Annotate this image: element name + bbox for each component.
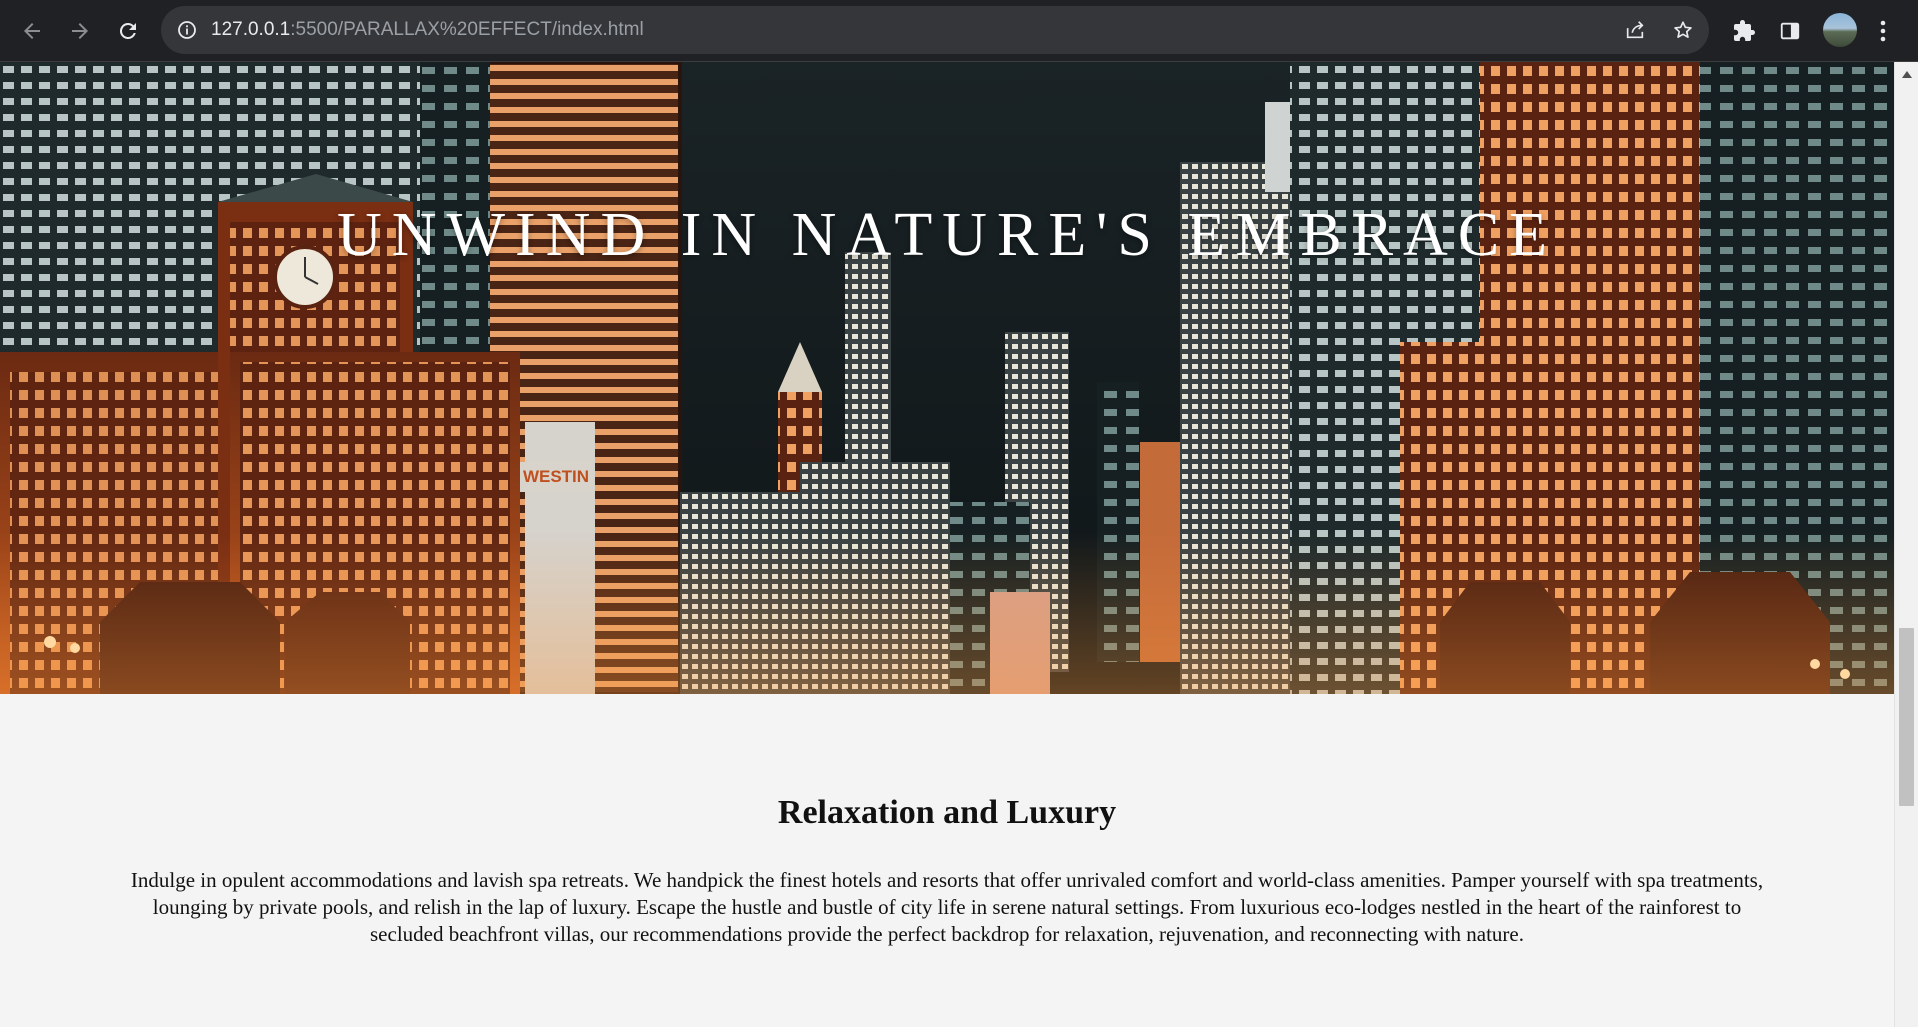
share-button[interactable] (1623, 18, 1647, 42)
browser-toolbar: 127.0.0.1:5500/PARALLAX%20EFFECT/index.h… (0, 0, 1918, 62)
city-night-background-image: WESTIN (0, 62, 1894, 694)
share-icon (1626, 21, 1644, 39)
extensions-button[interactable] (1726, 13, 1762, 49)
bookmark-button[interactable] (1671, 18, 1695, 42)
arrow-right-icon (72, 23, 88, 39)
triangle-up-icon (1902, 70, 1912, 78)
vertical-scrollbar[interactable] (1894, 62, 1918, 1027)
avatar[interactable] (1823, 13, 1857, 47)
reload-icon (119, 22, 136, 39)
scroll-up-button[interactable] (1895, 66, 1918, 82)
address-bar[interactable]: 127.0.0.1:5500/PARALLAX%20EFFECT/index.h… (161, 6, 1709, 54)
url-host: 127.0.0.1 (211, 19, 291, 40)
section-heading: Relaxation and Luxury (777, 794, 1117, 831)
puzzle-icon (1734, 20, 1755, 41)
url-path: :5500/PARALLAX%20EFFECT/index.html (290, 19, 644, 40)
arrow-left-icon (24, 23, 40, 39)
forward-button[interactable] (62, 13, 98, 49)
site-info-button[interactable] (175, 18, 199, 42)
kebab-menu-icon (1880, 20, 1886, 42)
menu-button[interactable] (1868, 13, 1898, 49)
back-button[interactable] (14, 13, 50, 49)
hero-section: WESTIN UNWIND IN NATURE'S EMBRACE (0, 62, 1894, 694)
reload-button[interactable] (110, 13, 146, 49)
info-icon (178, 21, 196, 39)
westin-sign: WESTIN (523, 467, 589, 486)
side-panel-icon (1780, 22, 1800, 40)
hero-title: UNWIND IN NATURE'S EMBRACE (336, 201, 1558, 269)
scrollbar-thumb[interactable] (1899, 628, 1914, 806)
star-icon (1674, 21, 1692, 38)
content-section: Relaxation and Luxury Indulge in opulent… (0, 694, 1894, 1027)
url-text[interactable]: 127.0.0.1:5500/PARALLAX%20EFFECT/index.h… (211, 6, 644, 54)
section-body: Indulge in opulent accommodations and la… (130, 868, 1764, 946)
side-panel-button[interactable] (1772, 13, 1808, 49)
